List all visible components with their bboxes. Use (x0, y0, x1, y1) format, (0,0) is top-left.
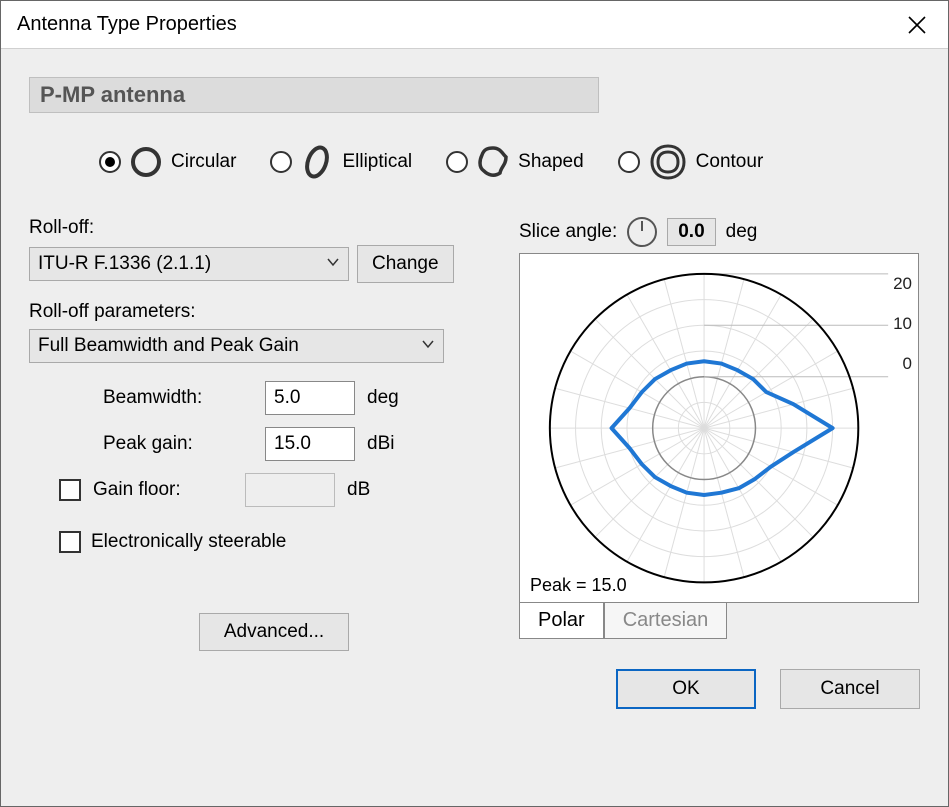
beamwidth-input[interactable] (265, 381, 355, 415)
blob-icon (476, 145, 510, 179)
peak-gain-input[interactable] (265, 427, 355, 461)
axis-tick: 10 (893, 314, 912, 354)
beam-type-label: Elliptical (342, 151, 412, 173)
gain-floor-label: Gain floor: (93, 479, 233, 501)
chevron-down-icon (421, 335, 435, 357)
chevron-down-icon (326, 253, 340, 275)
contour-icon (648, 143, 688, 181)
rolloff-params-select[interactable]: Full Beamwidth and Peak Gain (29, 329, 444, 363)
tab-cartesian[interactable]: Cartesian (604, 603, 728, 639)
gain-floor-checkbox[interactable] (59, 479, 81, 501)
radio-icon (446, 151, 468, 173)
beam-type-circular[interactable]: Circular (99, 145, 236, 179)
radio-icon (618, 151, 640, 173)
beam-type-label: Shaped (518, 151, 584, 173)
peak-gain-unit: dBi (367, 433, 417, 455)
radio-icon (99, 151, 121, 173)
gain-floor-unit: dB (347, 479, 397, 501)
rolloff-value: ITU-R F.1336 (2.1.1) (38, 253, 211, 275)
rolloff-label: Roll-off: (29, 217, 489, 239)
chart-peak-label: Peak = 15.0 (530, 575, 627, 596)
slice-angle-value[interactable]: 0.0 (667, 218, 715, 246)
slice-angle-label: Slice angle: (519, 221, 617, 243)
rolloff-params-label: Roll-off parameters: (29, 301, 489, 323)
change-button[interactable]: Change (357, 245, 454, 283)
polar-chart: 20 10 0 Peak = 15.0 (519, 253, 919, 603)
steerable-checkbox[interactable] (59, 531, 81, 553)
slice-angle-unit: deg (726, 221, 758, 243)
beam-type-contour[interactable]: Contour (618, 143, 764, 181)
beamwidth-label: Beamwidth: (103, 387, 253, 409)
advanced-button[interactable]: Advanced... (199, 613, 349, 651)
beam-type-label: Circular (171, 151, 236, 173)
steerable-label: Electronically steerable (91, 531, 286, 553)
close-icon[interactable] (902, 10, 932, 40)
gain-floor-input (245, 473, 335, 507)
beamwidth-unit: deg (367, 387, 417, 409)
rolloff-params-value: Full Beamwidth and Peak Gain (38, 335, 299, 357)
tab-polar[interactable]: Polar (519, 603, 604, 639)
axis-tick: 20 (893, 274, 912, 314)
antenna-name-field[interactable]: P-MP antenna (29, 77, 599, 113)
beam-type-shaped[interactable]: Shaped (446, 145, 584, 179)
dialog-title: Antenna Type Properties (17, 13, 237, 36)
beam-type-radiogroup: Circular Elliptical Shaped Cont (99, 143, 920, 181)
beam-type-elliptical[interactable]: Elliptical (270, 145, 412, 179)
ellipse-icon (300, 145, 334, 179)
rolloff-select[interactable]: ITU-R F.1336 (2.1.1) (29, 247, 349, 281)
circle-icon (129, 145, 163, 179)
cancel-button[interactable]: Cancel (780, 669, 920, 709)
beam-type-label: Contour (696, 151, 764, 173)
ok-button[interactable]: OK (616, 669, 756, 709)
peak-gain-label: Peak gain: (103, 433, 253, 455)
axis-tick: 0 (893, 354, 912, 394)
radio-icon (270, 151, 292, 173)
dial-icon[interactable] (627, 217, 657, 247)
